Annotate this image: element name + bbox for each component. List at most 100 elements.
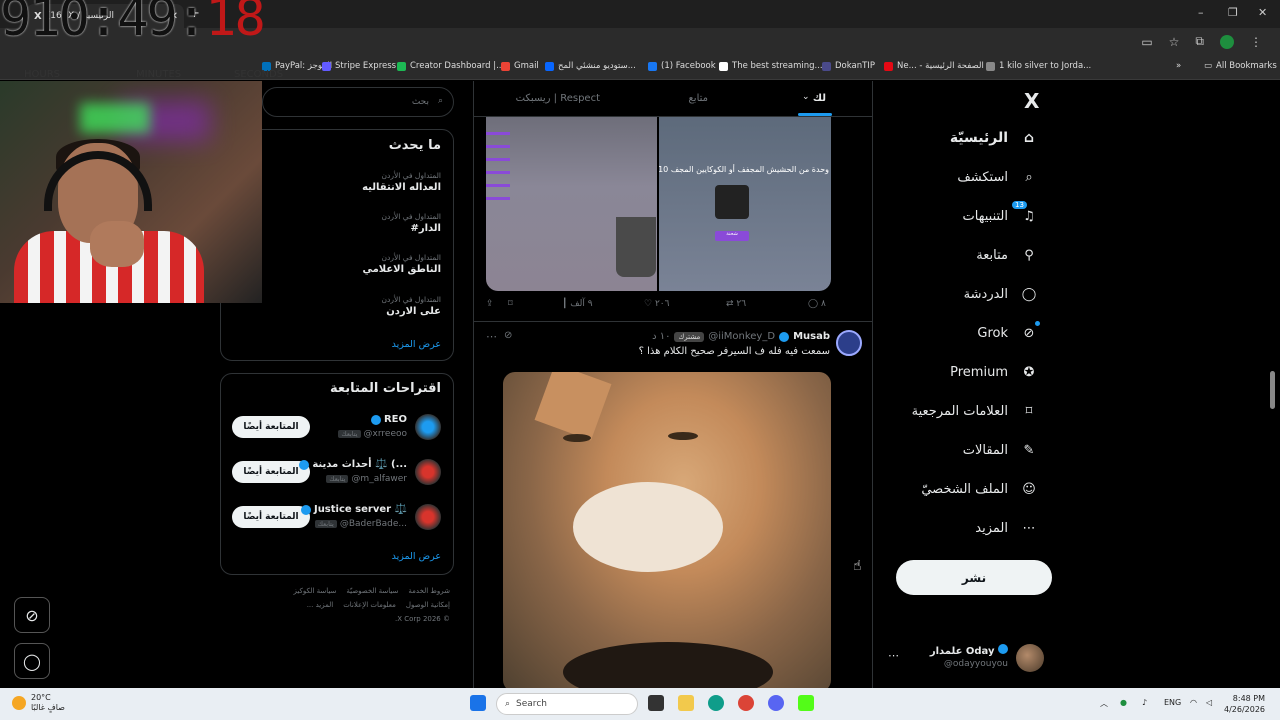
tab-respect[interactable]: ريسبكت | Respect — [516, 93, 600, 104]
edge-icon[interactable] — [708, 695, 724, 711]
share-icon[interactable]: ⇪ — [486, 299, 494, 309]
taskbar-search[interactable]: ⌕ Search — [496, 693, 638, 715]
nav-item-more[interactable]: المزيد ⋯ — [975, 519, 1038, 537]
bookmark-icon[interactable]: ⌑ — [508, 299, 513, 309]
tab-for-you[interactable]: لك — [813, 93, 826, 104]
volume-icon[interactable]: ◁ — [1206, 698, 1212, 707]
maximize-icon[interactable]: ❐ — [1228, 6, 1238, 19]
windows-start-icon[interactable] — [470, 695, 486, 711]
cast-icon[interactable]: ▭ — [1141, 35, 1152, 49]
nav-item-chat[interactable]: الدردشة ◯ — [964, 285, 1038, 303]
who-to-follow-panel: اقتراحات المتابعة المتابعة أيضًا REO يتابع… — [220, 373, 454, 575]
language-indicator[interactable]: ENG — [1164, 698, 1181, 707]
bookmark-item[interactable]: DokanTIP — [822, 61, 875, 71]
nav-item-profile[interactable]: الملف الشخصيّ ☺ — [921, 480, 1038, 498]
chrome-icon[interactable] — [738, 695, 754, 711]
bookmark-item[interactable]: (1) Facebook — [648, 61, 716, 71]
bookmark-item[interactable]: The best streaming... — [719, 61, 823, 71]
nav-item-home[interactable]: الرئيسيّة ⌂ — [950, 129, 1038, 147]
kick-icon[interactable] — [798, 695, 814, 711]
profile-avatar[interactable] — [1220, 34, 1234, 49]
more-icon[interactable]: ⋯ — [888, 649, 899, 662]
close-window-icon[interactable]: ✕ — [1258, 6, 1267, 19]
suggested-user-name[interactable]: أحداث مدينة ⚖️ (... — [299, 459, 407, 470]
suggested-user-name[interactable]: REO — [370, 414, 407, 425]
nav-item-search[interactable]: استكشف ⌕ — [957, 168, 1038, 186]
footer-link[interactable]: © 2026 X Corp. — [395, 615, 450, 623]
bookmark-item[interactable]: Ne... - الصفحة الرئيسية — [884, 61, 984, 71]
x-logo-icon[interactable]: X — [1024, 89, 1039, 113]
footer-link[interactable]: إمكانية الوصول — [406, 601, 450, 609]
reposts-count[interactable]: ⇄ ٢٦ — [726, 299, 746, 309]
account-handle: @odayyouyou — [943, 659, 1008, 669]
trend-item[interactable]: العداله الانتقاليه — [362, 182, 441, 193]
chevron-down-icon[interactable]: ⌄ — [802, 92, 810, 102]
search-icon: ⌕ — [505, 699, 511, 709]
more-options-icon[interactable]: ⋯ — [486, 330, 497, 343]
all-bookmarks-button[interactable]: ▭ All Bookmarks — [1204, 61, 1277, 71]
trend-item[interactable]: الناطق الاعلامي — [362, 264, 441, 275]
bookmark-item[interactable]: ستوديو منشئي المح... — [545, 61, 636, 71]
suggested-user-avatar[interactable] — [415, 459, 441, 485]
extensions-icon[interactable]: ⧉ — [1195, 34, 1204, 49]
suggested-user-name[interactable]: Justice server ⚖️ — [300, 504, 407, 515]
messages-float-button[interactable]: ◯ — [14, 643, 50, 679]
search-box[interactable]: ⌕ بحث — [262, 87, 454, 117]
footer-link[interactable]: المزيد ... — [307, 601, 334, 609]
post2[interactable]: ١٠ د مشترك @iiMonkey_D Musab ⋯ ⊘ سمعت في… — [474, 322, 872, 688]
bookmark-item[interactable]: 1 kilo silver to Jorda... — [986, 61, 1091, 71]
post-button[interactable]: نشر — [896, 560, 1052, 595]
cat-image[interactable] — [503, 372, 831, 688]
footer-link[interactable]: سياسة الكوكيز — [294, 587, 337, 595]
nav-item-bookmark[interactable]: العلامات المرجعية ⌑ — [912, 402, 1038, 420]
nav-item-bell[interactable]: التنبيهات ♫ 13 — [963, 201, 1038, 225]
file-explorer-icon[interactable] — [678, 695, 694, 711]
chevron-up-icon[interactable]: ︿ — [1100, 698, 1108, 709]
follow-back-button[interactable]: المتابعة أيضًا — [232, 506, 310, 528]
mic-icon[interactable]: ♪ — [1142, 698, 1147, 707]
grok-icon[interactable]: ⊘ — [504, 330, 512, 341]
trend-item[interactable]: على الاردن — [386, 306, 441, 317]
nav-item-articles[interactable]: المقالات ✎ — [963, 441, 1038, 459]
replies-count[interactable]: ◯ ٨ — [808, 299, 826, 309]
follow-back-button[interactable]: المتابعة أيضًا — [232, 416, 310, 438]
tray-app-icon[interactable]: ● — [1120, 698, 1127, 707]
bookmark-item[interactable]: Creator Dashboard |... — [397, 61, 504, 71]
nav-item-grok[interactable]: Grok ⊘ — [977, 321, 1040, 342]
star-icon[interactable]: ☆ — [1169, 35, 1180, 49]
trend-item[interactable]: #الدار — [410, 223, 441, 234]
post2-time[interactable]: ١٠ د — [652, 331, 670, 342]
nav-item-premium[interactable]: Premium ✪ — [950, 363, 1038, 381]
footer-links: شروط الخدمة سياسة الخصوصيّة سياسة الكوكيز إ… — [240, 587, 450, 629]
task-view-icon[interactable] — [648, 695, 664, 711]
bookmark-item[interactable]: Stripe Express — [322, 61, 396, 71]
discord-icon[interactable] — [768, 695, 784, 711]
account-switcher[interactable]: ⋯ علمدار Oday @odayyouyou — [880, 641, 1060, 677]
wifi-icon[interactable]: ◠ — [1190, 698, 1197, 707]
menu-icon[interactable]: ⋮ — [1250, 35, 1262, 49]
footer-link[interactable]: معلومات الإعلانات — [343, 601, 396, 609]
views-count[interactable]: ┃ ٩ آلف — [562, 299, 593, 309]
more-bookmarks-button[interactable]: » — [1176, 61, 1181, 71]
tab-following[interactable]: متابع — [688, 93, 708, 104]
nav-item-add-user[interactable]: متابعة ⚲ — [976, 246, 1038, 264]
replies-value: ٨ — [820, 299, 826, 309]
weather-widget[interactable]: 20°C صافٍ غالبًا — [12, 693, 65, 713]
minimize-icon[interactable]: – — [1198, 6, 1204, 19]
suggested-user-avatar[interactable] — [415, 504, 441, 530]
post1-media[interactable]: 10 وحدة من الحشيش المجفف أو الكوكايين ال… — [486, 117, 831, 291]
footer-link[interactable]: سياسة الخصوصيّة — [346, 587, 398, 595]
follow-back-button[interactable]: المتابعة أيضًا — [232, 461, 310, 483]
grok-float-button[interactable]: ⊘ — [14, 597, 50, 633]
scrollbar[interactable] — [1270, 371, 1275, 409]
footer-link[interactable]: شروط الخدمة — [408, 587, 450, 595]
likes-count[interactable]: ♡ ٢٠٦ — [644, 299, 669, 309]
system-clock[interactable]: 8:48 PM 4/26/2026 — [1224, 693, 1265, 715]
post2-handle[interactable]: @iiMonkey_D — [708, 331, 775, 342]
trends-show-more-link[interactable]: عرض المزيد — [392, 339, 441, 350]
bookmark-item[interactable]: Gmail — [501, 61, 539, 71]
who-show-more-link[interactable]: عرض المزيد — [392, 551, 441, 562]
suggested-user-avatar[interactable] — [415, 414, 441, 440]
post2-name[interactable]: Musab — [793, 331, 830, 342]
post2-avatar[interactable] — [836, 330, 862, 356]
